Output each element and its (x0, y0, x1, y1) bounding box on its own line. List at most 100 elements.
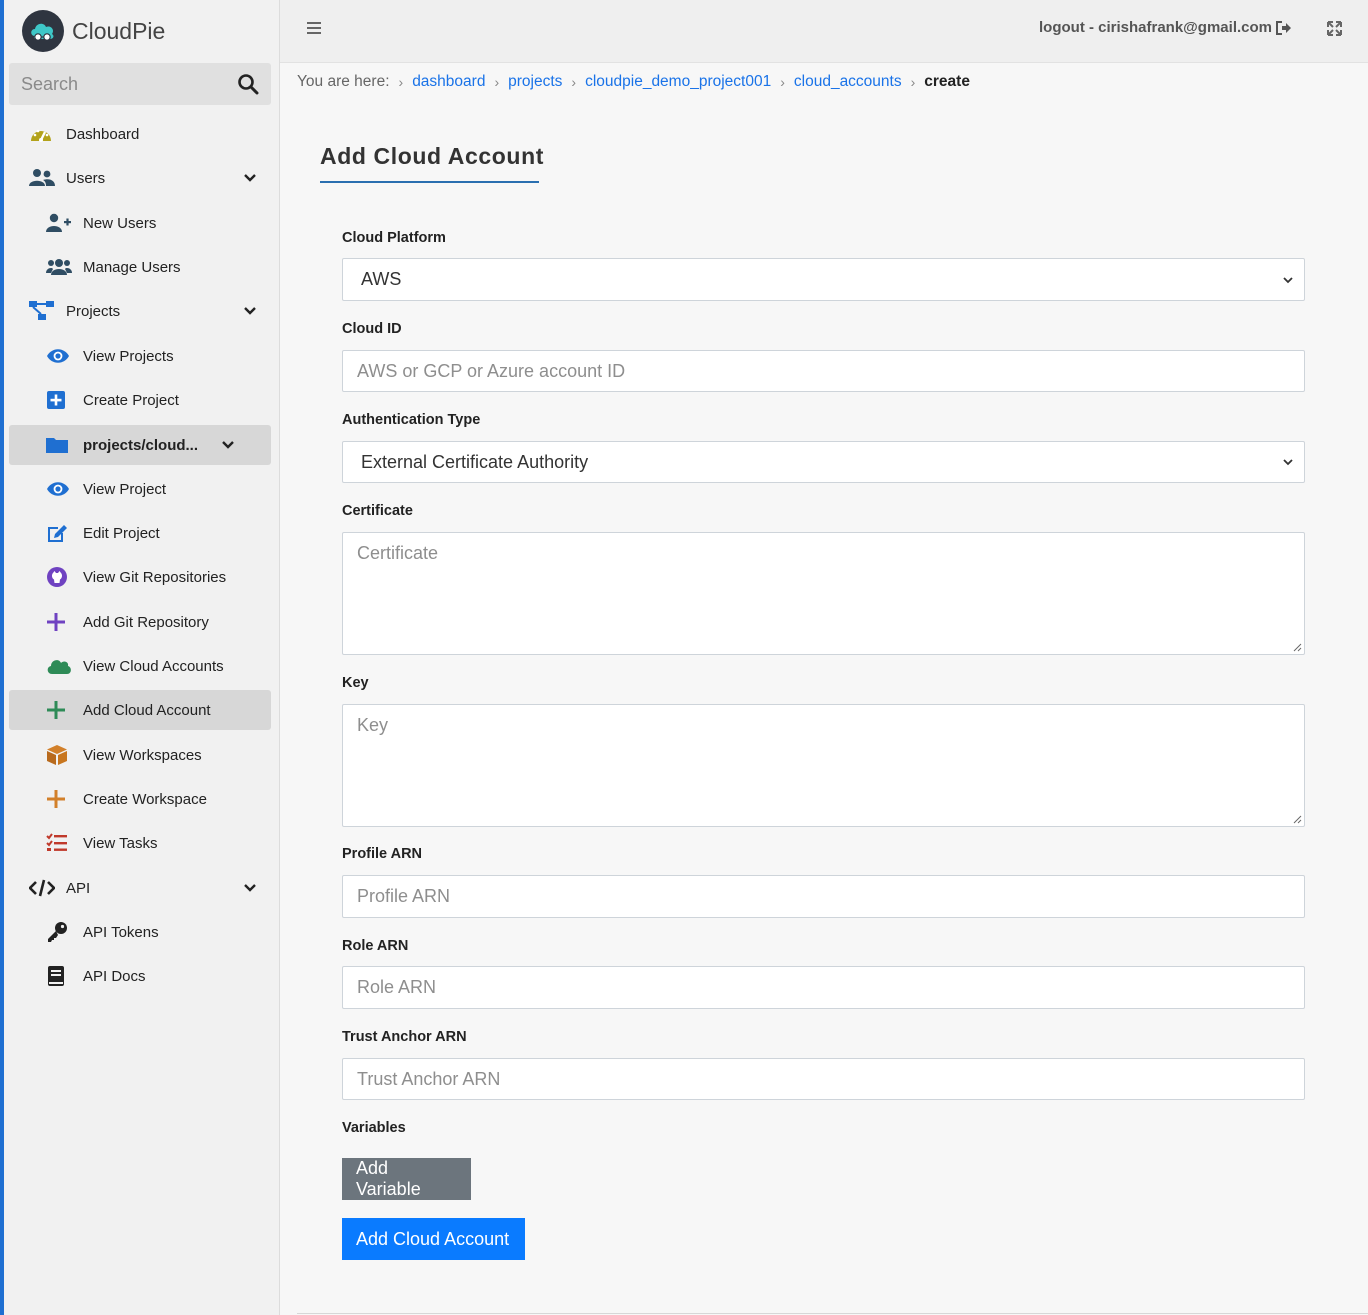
add-cloud-account-button[interactable]: Add Cloud Account (342, 1218, 525, 1260)
profile-arn-placeholder: Profile ARN (357, 886, 451, 906)
users-cog-icon (46, 256, 72, 278)
certificate-label: Certificate (342, 503, 413, 519)
trust-anchor-arn-label: Trust Anchor ARN (342, 1029, 467, 1045)
page-title: Add Cloud Account (320, 143, 544, 169)
chevron-down-icon[interactable] (243, 171, 257, 185)
logout-link[interactable]: logout - cirishafrank@gmail.com (1039, 19, 1292, 36)
title-underline (320, 181, 539, 183)
divider (297, 1313, 1368, 1314)
breadcrumb-link-cloud-accounts[interactable]: cloud_accounts (794, 73, 902, 91)
sidebar-item-current-project[interactable]: projects/cloud... (9, 425, 271, 465)
key-placeholder: Key (357, 715, 389, 735)
variables-label: Variables (342, 1120, 406, 1136)
github-icon (46, 566, 72, 588)
cloudpie-logo-icon (22, 10, 64, 52)
role-arn-placeholder: Role ARN (357, 977, 437, 997)
resize-grip-icon[interactable] (1292, 642, 1302, 652)
eye-icon (46, 345, 72, 367)
sidebar-item-add-cloud-account[interactable]: Add Cloud Account (9, 690, 271, 730)
sidebar-item-create-workspace[interactable]: Create Workspace (9, 779, 271, 819)
breadcrumb-current: create (924, 73, 970, 90)
sidebar-item-new-users[interactable]: New Users (9, 203, 271, 243)
plus-icon (46, 699, 72, 721)
key-label: Key (342, 675, 369, 691)
cloud-platform-select[interactable]: AWS (342, 258, 1305, 301)
sidebar-item-view-project[interactable]: View Project (9, 469, 271, 509)
brand[interactable]: CloudPie (22, 10, 165, 52)
sidebar-item-api-tokens[interactable]: API Tokens (9, 912, 271, 952)
brand-name: CloudPie (72, 17, 166, 44)
chevron-down-icon (1283, 459, 1293, 466)
box-icon (46, 744, 72, 766)
sidebar-item-manage-users[interactable]: Manage Users (9, 247, 271, 287)
breadcrumb-separator: › (494, 74, 500, 90)
cloud-platform-label: Cloud Platform (342, 230, 446, 246)
profile-arn-input[interactable]: Profile ARN (342, 875, 1305, 918)
topbar: logout - cirishafrank@gmail.com (280, 0, 1368, 63)
sidebar-item-add-git-repository[interactable]: Add Git Repository (9, 602, 271, 642)
sidebar: CloudPie Search Dashboard Users New User… (0, 0, 280, 1315)
cloud-id-input[interactable]: AWS or GCP or Azure account ID (342, 350, 1305, 392)
plus-square-icon (46, 389, 72, 411)
book-icon (46, 965, 72, 987)
sidebar-item-api-docs[interactable]: API Docs (9, 956, 271, 996)
sidebar-item-api[interactable]: API (9, 868, 271, 908)
chevron-down-icon[interactable] (243, 304, 257, 318)
breadcrumb-separator: › (571, 74, 577, 90)
sidebar-item-view-git-repositories[interactable]: View Git Repositories (9, 557, 271, 597)
auth-type-label: Authentication Type (342, 412, 481, 428)
sidebar-item-view-tasks[interactable]: View Tasks (9, 823, 271, 863)
project-diagram-icon (29, 300, 55, 322)
cloud-icon (46, 655, 72, 677)
chevron-down-icon[interactable] (243, 881, 257, 895)
sidebar-item-view-cloud-accounts[interactable]: View Cloud Accounts (9, 646, 271, 686)
sidebar-item-view-projects[interactable]: View Projects (9, 336, 271, 376)
chevron-down-icon[interactable] (221, 438, 235, 452)
role-arn-input[interactable]: Role ARN (342, 966, 1305, 1009)
auth-type-value: External Certificate Authority (361, 451, 589, 472)
hamburger-icon[interactable] (306, 20, 322, 36)
eye-icon (46, 478, 72, 500)
dashboard-gauge-icon (29, 123, 55, 145)
certificate-placeholder: Certificate (357, 543, 439, 563)
search-box[interactable]: Search (9, 63, 271, 105)
cloud-id-placeholder: AWS or GCP or Azure account ID (357, 360, 626, 381)
sign-out-icon (1276, 20, 1291, 35)
chevron-down-icon (1283, 276, 1293, 283)
sidebar-item-edit-project[interactable]: Edit Project (9, 513, 271, 553)
user-plus-icon (46, 212, 72, 234)
breadcrumb-separator: › (398, 74, 404, 90)
breadcrumb-link-dashboard[interactable]: dashboard (412, 73, 485, 91)
certificate-textarea[interactable]: Certificate (342, 532, 1305, 655)
plus-icon (46, 788, 72, 810)
cloud-platform-value: AWS (361, 269, 402, 289)
breadcrumb-link-projects[interactable]: projects (508, 73, 562, 91)
plus-icon (46, 611, 72, 633)
role-arn-label: Role ARN (342, 938, 409, 954)
profile-arn-label: Profile ARN (342, 846, 423, 862)
breadcrumb-prefix: You are here: (297, 73, 390, 90)
logout-label: logout - cirishafrank@gmail.com (1039, 19, 1272, 36)
search-input[interactable]: Search (21, 74, 237, 95)
sidebar-item-create-project[interactable]: Create Project (9, 380, 271, 420)
code-icon (29, 877, 55, 899)
expand-icon[interactable] (1327, 21, 1342, 36)
sidebar-item-dashboard[interactable]: Dashboard (9, 114, 271, 154)
key-icon (46, 921, 72, 943)
trust-anchor-arn-placeholder: Trust Anchor ARN (357, 1068, 501, 1089)
trust-anchor-arn-input[interactable]: Trust Anchor ARN (342, 1058, 1305, 1100)
breadcrumb-separator: › (910, 74, 916, 90)
breadcrumb: You are here: › dashboard › projects › c… (297, 72, 970, 92)
search-icon[interactable] (237, 73, 259, 95)
sidebar-item-projects[interactable]: Projects (9, 291, 271, 331)
folder-icon (46, 434, 72, 456)
users-icon (29, 167, 55, 189)
add-variable-button[interactable]: Add Variable (342, 1158, 471, 1200)
key-textarea[interactable]: Key (342, 704, 1305, 827)
sidebar-item-view-workspaces[interactable]: View Workspaces (9, 735, 271, 775)
resize-grip-icon[interactable] (1292, 814, 1302, 824)
auth-type-select[interactable]: External Certificate Authority (342, 441, 1305, 483)
cloud-id-label: Cloud ID (342, 321, 402, 337)
sidebar-item-users[interactable]: Users (9, 158, 271, 198)
breadcrumb-link-project[interactable]: cloudpie_demo_project001 (585, 73, 771, 91)
